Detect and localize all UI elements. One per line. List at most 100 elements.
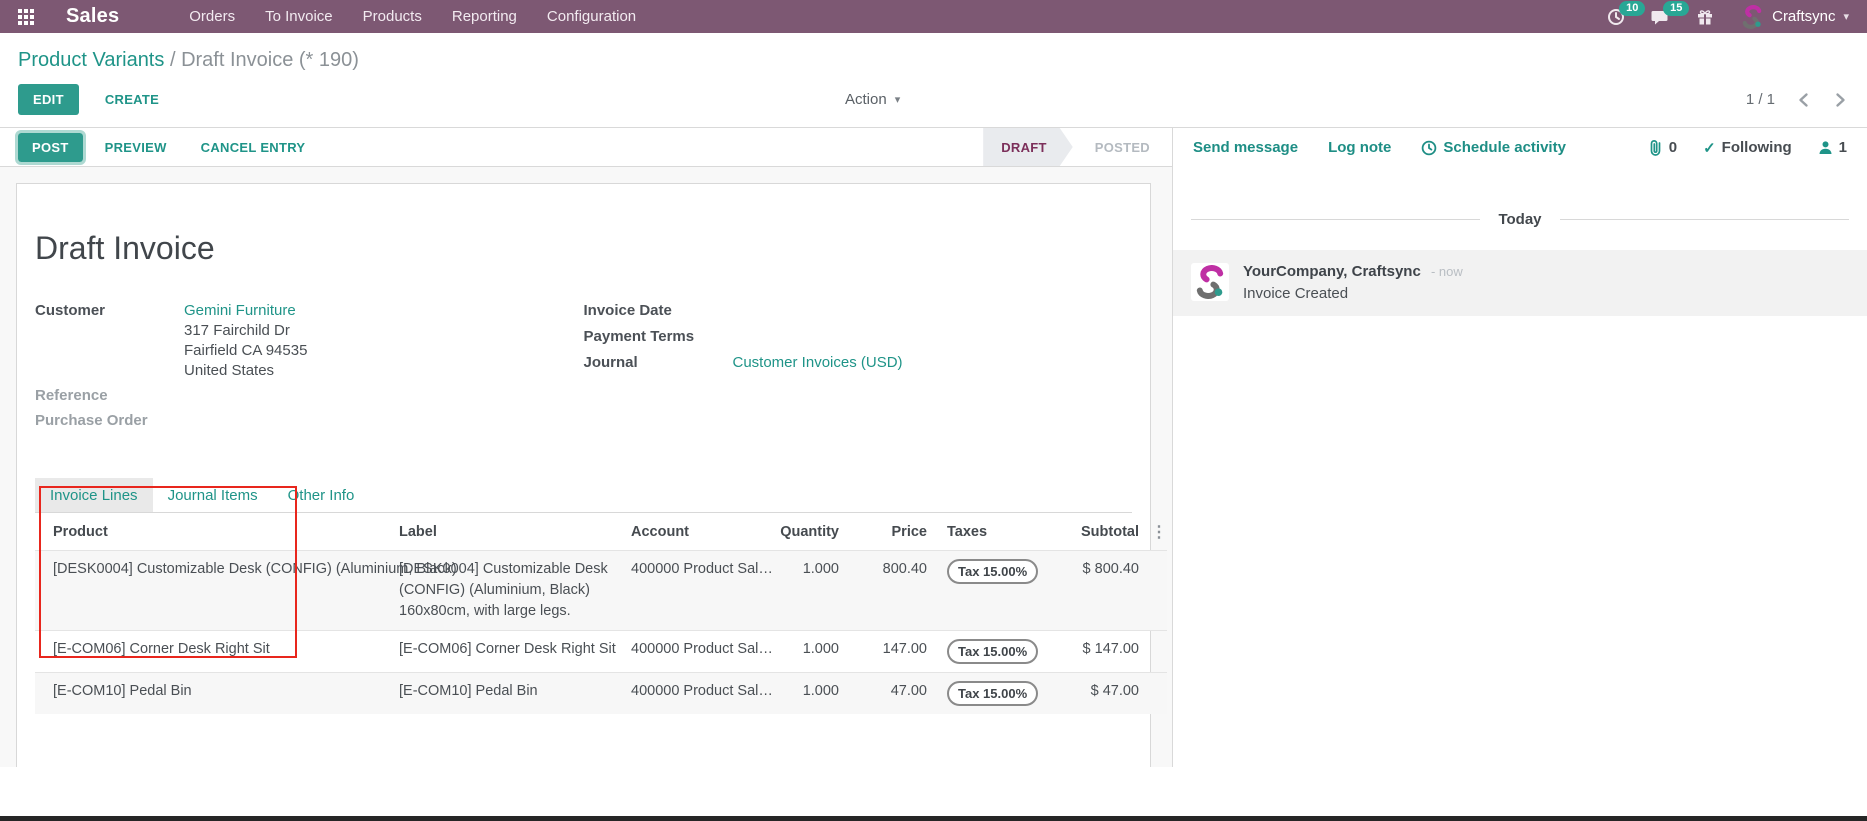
schedule-activity-button[interactable]: Schedule activity <box>1421 139 1566 156</box>
control-panel: EDIT CREATE Action ▾ 1 / 1 <box>0 76 1867 127</box>
col-header-price[interactable]: Price <box>845 513 933 551</box>
caret-down-icon: ▾ <box>895 93 901 106</box>
user-menu[interactable]: Craftsync ▾ <box>1740 5 1849 29</box>
stage-draft[interactable]: DRAFT <box>983 128 1073 166</box>
person-icon <box>1818 140 1833 155</box>
message-author[interactable]: YourCompany, Craftsync <box>1243 263 1421 280</box>
breadcrumb-separator: / <box>170 49 181 71</box>
edit-button[interactable]: EDIT <box>18 84 79 115</box>
date-divider: Today <box>1191 211 1849 228</box>
menu-configuration[interactable]: Configuration <box>547 8 636 25</box>
cell-quantity: 1.000 <box>771 551 845 631</box>
menu-orders[interactable]: Orders <box>189 8 235 25</box>
message-count-badge: 15 <box>1663 1 1689 16</box>
cell-price: 800.40 <box>845 551 933 631</box>
post-button[interactable]: POST <box>18 133 83 162</box>
pager-count: 1 / 1 <box>1746 91 1775 108</box>
tab-journal-items[interactable]: Journal Items <box>153 478 273 512</box>
date-divider-label: Today <box>1498 211 1541 228</box>
col-header-product[interactable]: Product <box>35 513 393 551</box>
tab-other-info[interactable]: Other Info <box>273 478 370 512</box>
apps-grid-icon[interactable] <box>18 9 34 25</box>
cell-account: 400000 Product Sal… <box>625 551 771 631</box>
notebook-tabs: Invoice Lines Journal Items Other Info <box>35 478 1132 513</box>
customer-link[interactable]: Gemini Furniture <box>184 301 307 321</box>
table-row[interactable]: [DESK0004] Customizable Desk (CONFIG) (A… <box>35 551 1167 631</box>
invoice-date-label: Invoice Date <box>584 301 733 321</box>
previous-page-button[interactable] <box>1795 90 1812 110</box>
create-button[interactable]: CREATE <box>101 84 163 115</box>
menu-products[interactable]: Products <box>363 8 422 25</box>
log-note-button[interactable]: Log note <box>1328 139 1391 156</box>
cell-quantity: 1.000 <box>771 631 845 673</box>
clock-icon <box>1421 140 1437 156</box>
table-row[interactable]: [E-COM06] Corner Desk Right Sit [E-COM06… <box>35 631 1167 673</box>
journal-link[interactable]: Customer Invoices (USD) <box>733 354 903 371</box>
rewards-button[interactable] <box>1696 8 1714 26</box>
preview-button[interactable]: PREVIEW <box>101 132 171 163</box>
breadcrumb-parent-link[interactable]: Product Variants <box>18 49 164 71</box>
tab-invoice-lines[interactable]: Invoice Lines <box>35 478 153 512</box>
user-name: Craftsync <box>1772 8 1835 25</box>
message-body: Invoice Created <box>1243 285 1463 302</box>
chatter-thread: Today YourCompany, Craftsync - now Invoi… <box>1173 167 1867 767</box>
messages-button[interactable]: 15 <box>1651 8 1670 26</box>
col-header-label[interactable]: Label <box>393 513 625 551</box>
following-button[interactable]: ✓ Following <box>1703 139 1792 157</box>
cell-subtotal: $ 147.00 <box>1049 631 1145 673</box>
activity-count-badge: 10 <box>1619 1 1645 16</box>
breadcrumb: Product Variants / Draft Invoice (* 190) <box>0 33 1867 76</box>
list-options-icon[interactable]: ⋮ <box>1145 513 1167 551</box>
message-timestamp: - now <box>1431 264 1463 279</box>
attachment-count: 0 <box>1669 139 1677 156</box>
col-header-quantity[interactable]: Quantity <box>771 513 845 551</box>
gift-icon <box>1696 8 1714 26</box>
main-body: POST PREVIEW CANCEL ENTRY DRAFT POSTED D… <box>0 127 1867 767</box>
payment-terms-label: Payment Terms <box>584 327 733 347</box>
paperclip-icon <box>1648 139 1663 156</box>
cancel-entry-button[interactable]: CANCEL ENTRY <box>197 132 310 163</box>
journal-label: Journal <box>584 353 733 373</box>
attachments-button[interactable]: 0 <box>1648 139 1677 156</box>
tax-badge: Tax 15.00% <box>947 681 1038 706</box>
avatar <box>1191 263 1229 301</box>
send-message-button[interactable]: Send message <box>1193 139 1298 156</box>
breadcrumb-current: Draft Invoice (* 190) <box>181 49 359 71</box>
menu-reporting[interactable]: Reporting <box>452 8 517 25</box>
col-header-subtotal[interactable]: Subtotal <box>1049 513 1145 551</box>
cell-product: [E-COM06] Corner Desk Right Sit <box>35 631 393 673</box>
form-column: POST PREVIEW CANCEL ENTRY DRAFT POSTED D… <box>0 128 1173 767</box>
activities-button[interactable]: 10 <box>1607 8 1625 26</box>
main-menu: Orders To Invoice Products Reporting Con… <box>189 8 636 25</box>
cell-product: [E-COM10] Pedal Bin <box>35 673 393 715</box>
table-row[interactable]: [E-COM10] Pedal Bin [E-COM10] Pedal Bin … <box>35 673 1167 715</box>
chatter-toolbar: Send message Log note Schedule activity … <box>1173 128 1867 167</box>
col-header-account[interactable]: Account <box>625 513 771 551</box>
cell-subtotal: $ 47.00 <box>1049 673 1145 715</box>
customer-address-line: 317 Fairchild Dr <box>184 321 307 341</box>
statusbar: POST PREVIEW CANCEL ENTRY DRAFT POSTED <box>0 128 1172 167</box>
cell-label: [E-COM10] Pedal Bin <box>393 673 625 715</box>
col-header-taxes[interactable]: Taxes <box>933 513 1049 551</box>
company-logo-icon <box>1740 5 1764 29</box>
action-dropdown[interactable]: Action ▾ <box>845 91 900 108</box>
pager: 1 / 1 <box>1746 90 1849 110</box>
cell-quantity: 1.000 <box>771 673 845 715</box>
app-title[interactable]: Sales <box>66 5 119 28</box>
chatter-message[interactable]: YourCompany, Craftsync - now Invoice Cre… <box>1173 250 1867 316</box>
invoice-lines-table: Product Label Account Quantity Price Tax… <box>35 513 1167 714</box>
cell-price: 147.00 <box>845 631 933 673</box>
invoice-sheet: Draft Invoice Customer Gemini Furniture … <box>16 183 1151 767</box>
stage-pipeline: DRAFT POSTED <box>983 128 1172 166</box>
stage-posted[interactable]: POSTED <box>1073 128 1172 166</box>
next-page-button[interactable] <box>1832 90 1849 110</box>
purchase-order-label: Purchase Order <box>35 411 184 431</box>
window-bottom-edge <box>0 816 1867 821</box>
menu-to-invoice[interactable]: To Invoice <box>265 8 333 25</box>
form-area: Draft Invoice Customer Gemini Furniture … <box>0 167 1172 767</box>
followers-button[interactable]: 1 <box>1818 139 1847 156</box>
cell-account: 400000 Product Sal… <box>625 631 771 673</box>
chatter-column: Send message Log note Schedule activity … <box>1173 128 1867 767</box>
invoice-title: Draft Invoice <box>35 230 1132 267</box>
cell-subtotal: $ 800.40 <box>1049 551 1145 631</box>
